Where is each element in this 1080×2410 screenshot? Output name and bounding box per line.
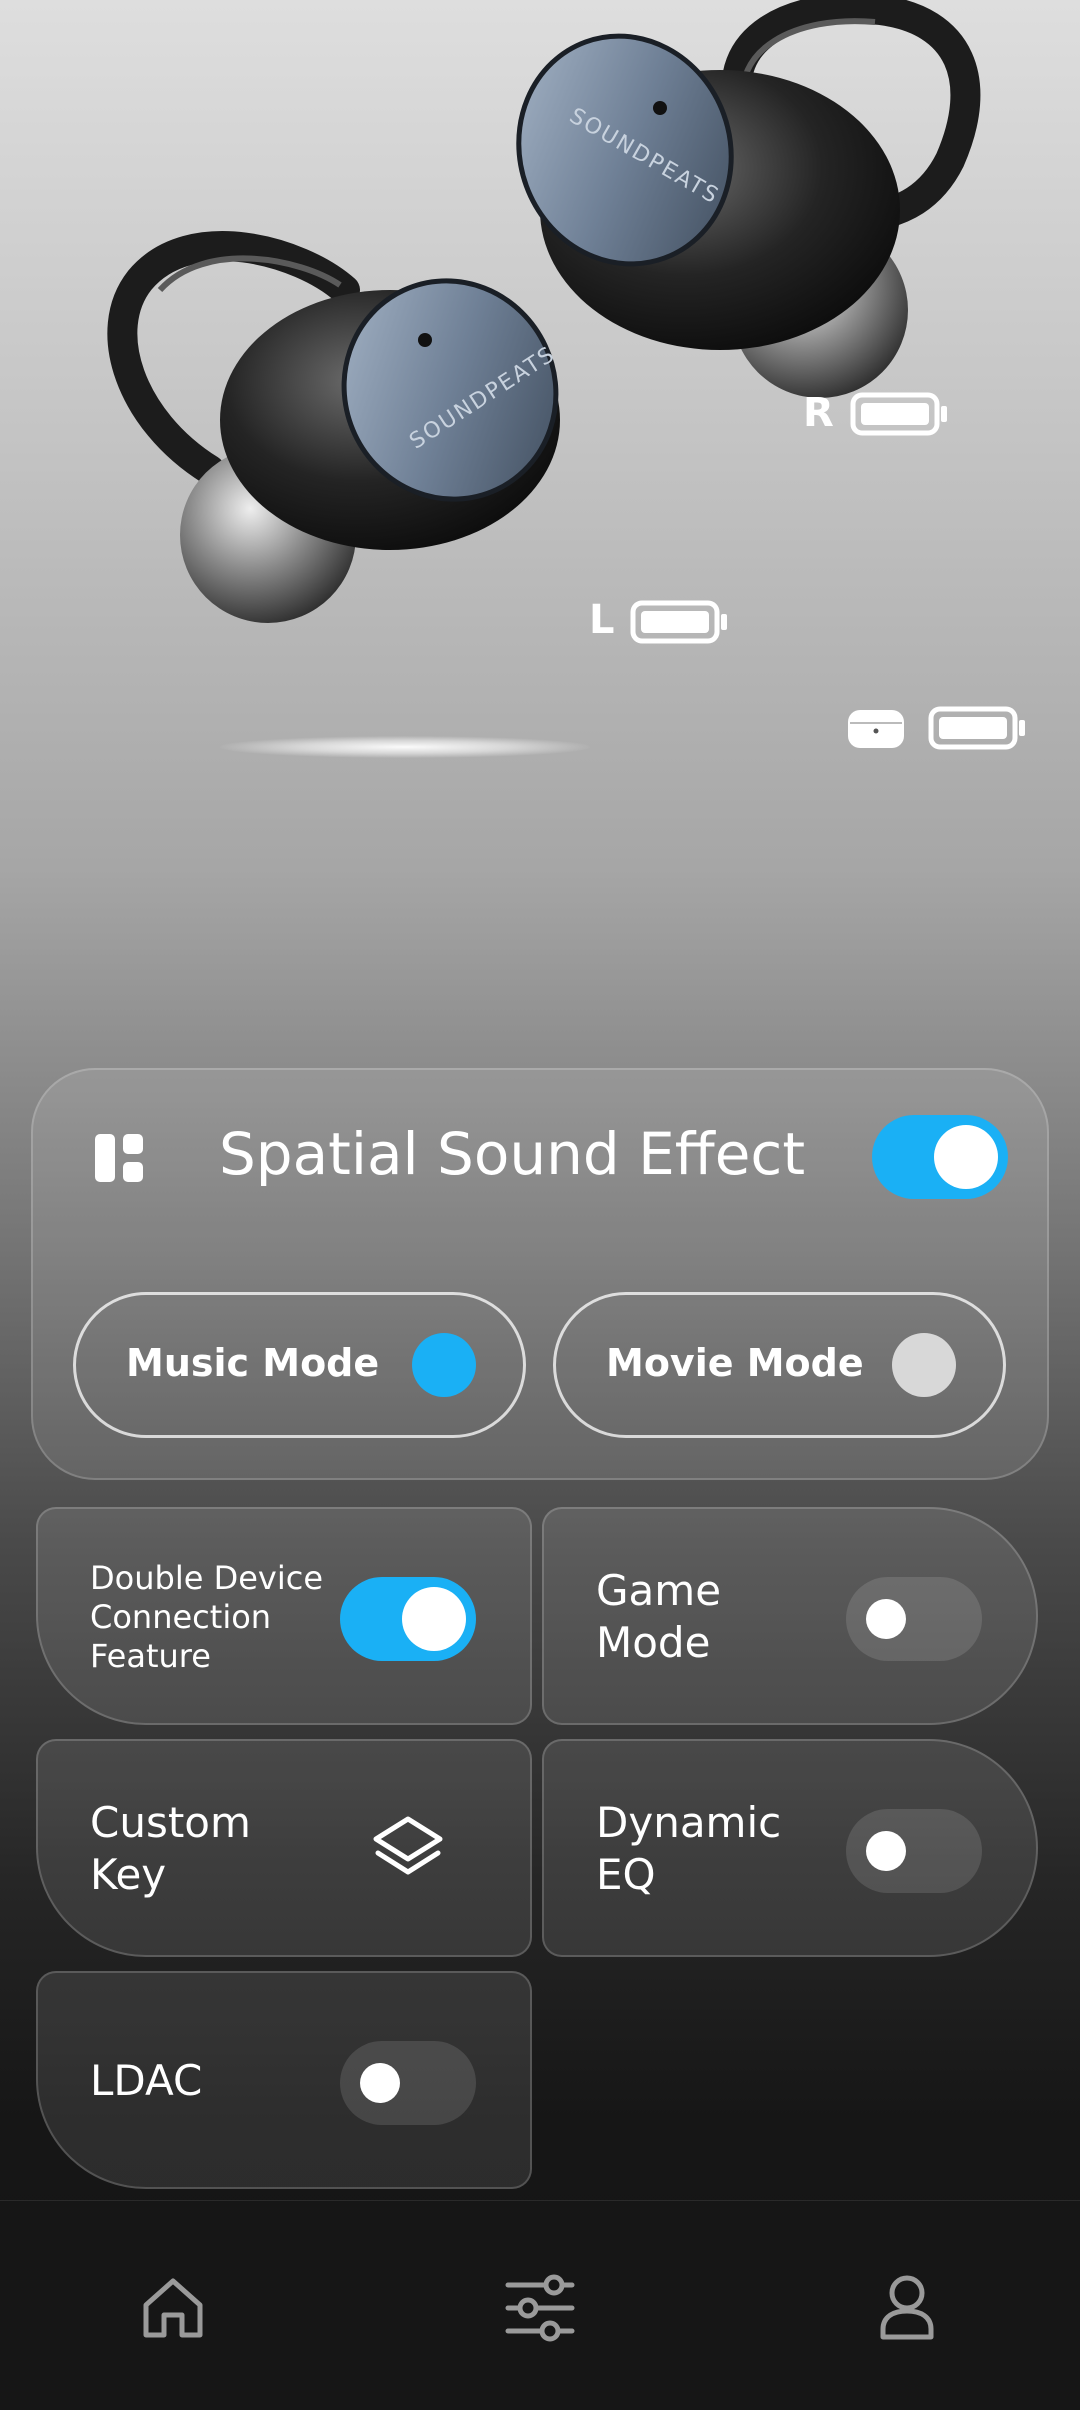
- custom-key-label: Custom Key: [90, 1798, 251, 1899]
- double-device-tile[interactable]: Double Device Connection Feature: [36, 1507, 532, 1725]
- layers-icon: [373, 1816, 443, 1875]
- right-battery-label: R: [803, 390, 834, 436]
- music-mode-indicator: [412, 1333, 476, 1397]
- battery-icon: [850, 392, 947, 436]
- battery-icon: [928, 706, 1025, 750]
- profile-icon[interactable]: [877, 2273, 937, 2343]
- game-mode-label: Game Mode: [596, 1566, 722, 1667]
- game-mode-toggle[interactable]: [846, 1577, 982, 1661]
- equalizer-icon[interactable]: [504, 2273, 576, 2343]
- music-mode-button[interactable]: Music Mode: [73, 1292, 526, 1438]
- toggle-knob: [866, 1831, 906, 1871]
- toggle-knob: [360, 2063, 400, 2103]
- left-battery-label: L: [589, 597, 615, 643]
- left-earbud: SOUNDPEATS: [107, 231, 560, 623]
- double-device-toggle[interactable]: [340, 1577, 476, 1661]
- home-icon[interactable]: [138, 2273, 208, 2343]
- game-mode-tile[interactable]: Game Mode: [542, 1507, 1038, 1725]
- ldac-label: LDAC: [90, 2056, 203, 2105]
- movie-mode-button[interactable]: Movie Mode: [553, 1292, 1006, 1438]
- charging-case-icon: [848, 710, 904, 748]
- music-mode-label: Music Mode: [126, 1341, 380, 1385]
- double-device-label: Double Device Connection Feature: [90, 1559, 323, 1675]
- movie-mode-indicator: [892, 1333, 956, 1397]
- dynamic-eq-tile[interactable]: Dynamic EQ: [542, 1739, 1038, 1957]
- earbuds-hero: SOUNDPEATS SOUNDPEATS R L: [0, 0, 1080, 1040]
- toggle-knob: [402, 1587, 466, 1651]
- earbuds-shadow: [220, 736, 590, 758]
- spatial-sound-toggle[interactable]: [872, 1115, 1008, 1199]
- battery-icon: [630, 600, 727, 644]
- dynamic-eq-toggle[interactable]: [846, 1809, 982, 1893]
- toggle-knob: [866, 1599, 906, 1639]
- dynamic-eq-label: Dynamic EQ: [596, 1798, 782, 1899]
- bottom-nav: [0, 2200, 1080, 2410]
- ldac-toggle[interactable]: [340, 2041, 476, 2125]
- movie-mode-label: Movie Mode: [606, 1341, 864, 1385]
- layout-icon: [95, 1134, 143, 1182]
- earbuds-image: SOUNDPEATS SOUNDPEATS: [107, 0, 981, 623]
- custom-key-tile[interactable]: Custom Key: [36, 1739, 532, 1957]
- spatial-sound-title: Spatial Sound Effect: [218, 1120, 806, 1188]
- toggle-knob: [934, 1125, 998, 1189]
- right-earbud: SOUNDPEATS: [516, 0, 981, 398]
- ldac-tile[interactable]: LDAC: [36, 1971, 532, 2189]
